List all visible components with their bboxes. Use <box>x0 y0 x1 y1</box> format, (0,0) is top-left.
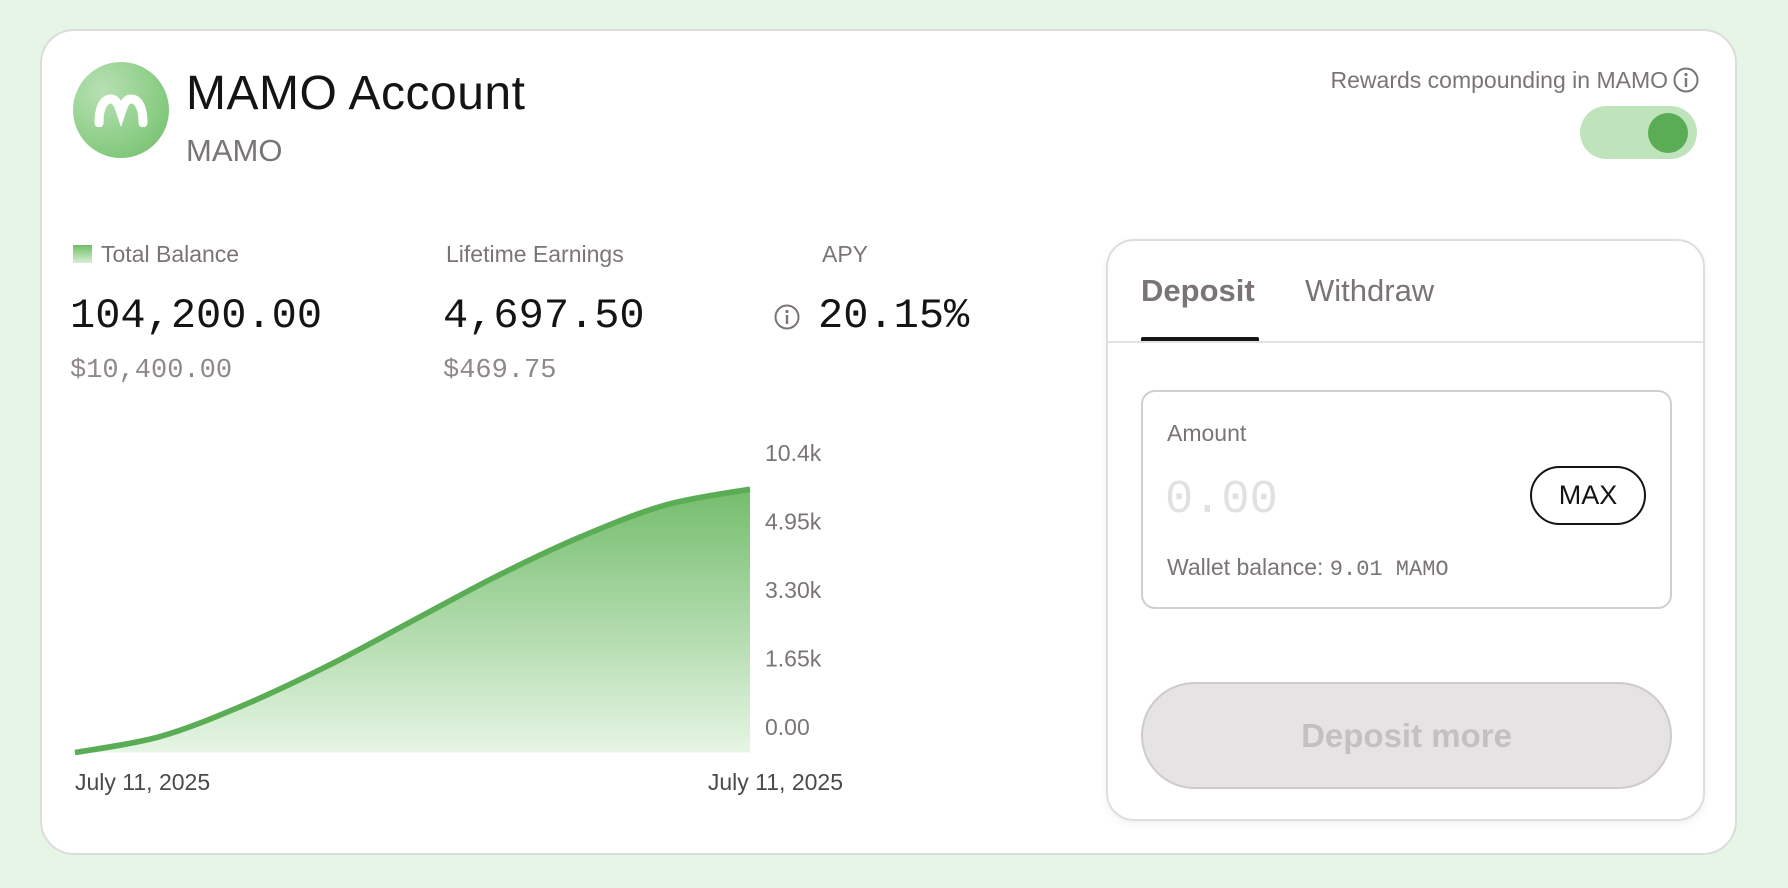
toggle-knob <box>1648 113 1688 153</box>
rewards-compounding-toggle[interactable] <box>1580 106 1697 159</box>
max-button[interactable]: MAX <box>1530 466 1646 525</box>
mamo-logo-icon <box>73 62 169 158</box>
rewards-label: Rewards compounding in MAMO <box>1330 67 1668 93</box>
wallet-balance: Wallet balance: 9.01 MAMO <box>1167 554 1449 582</box>
total-balance-usd: $10,400.00 <box>70 356 233 386</box>
balance-chart: 0.00 1.65k 3.30k 4.95k 10.4k July 11, 2025 Ju… <box>74 440 843 795</box>
x-axis-label: July 11, 2025 <box>708 769 843 795</box>
lifetime-earnings-usd: $469.75 <box>443 356 557 386</box>
lifetime-earnings-label: Lifetime Earnings <box>446 241 624 267</box>
account-symbol: MAMO <box>186 133 283 168</box>
apy-value: 20.15% <box>818 292 970 340</box>
total-balance-value: 104,200.00 <box>70 292 323 340</box>
info-icon[interactable] <box>1672 66 1700 99</box>
deposit-withdraw-panel: Deposit Withdraw Amount MAX Wallet balan… <box>1106 239 1705 821</box>
amount-input[interactable] <box>1165 470 1465 530</box>
amount-box: Amount MAX Wallet balance: 9.01 MAMO <box>1141 390 1672 609</box>
y-tick-label: 1.65k <box>765 646 822 672</box>
y-tick-label: 3.30k <box>765 577 822 603</box>
tab-divider <box>1108 341 1703 343</box>
page-title: MAMO Account <box>186 67 526 120</box>
deposit-more-button[interactable]: Deposit more <box>1141 682 1672 789</box>
y-tick-label: 10.4k <box>765 440 822 466</box>
y-tick-label: 4.95k <box>765 509 822 535</box>
total-balance-label: Total Balance <box>101 241 240 267</box>
total-balance-legend-swatch <box>73 245 92 263</box>
tab-deposit[interactable]: Deposit <box>1141 273 1255 309</box>
x-axis-label: July 11, 2025 <box>75 769 210 795</box>
lifetime-earnings-value: 4,697.50 <box>443 292 645 340</box>
y-tick-label: 0.00 <box>765 714 810 740</box>
apy-info-icon[interactable] <box>773 303 801 336</box>
amount-label: Amount <box>1167 420 1247 446</box>
tab-withdraw[interactable]: Withdraw <box>1305 273 1434 309</box>
apy-label: APY <box>822 241 869 267</box>
wallet-balance-label: Wallet balance: <box>1167 554 1324 580</box>
wallet-balance-value: 9.01 MAMO <box>1329 557 1449 582</box>
